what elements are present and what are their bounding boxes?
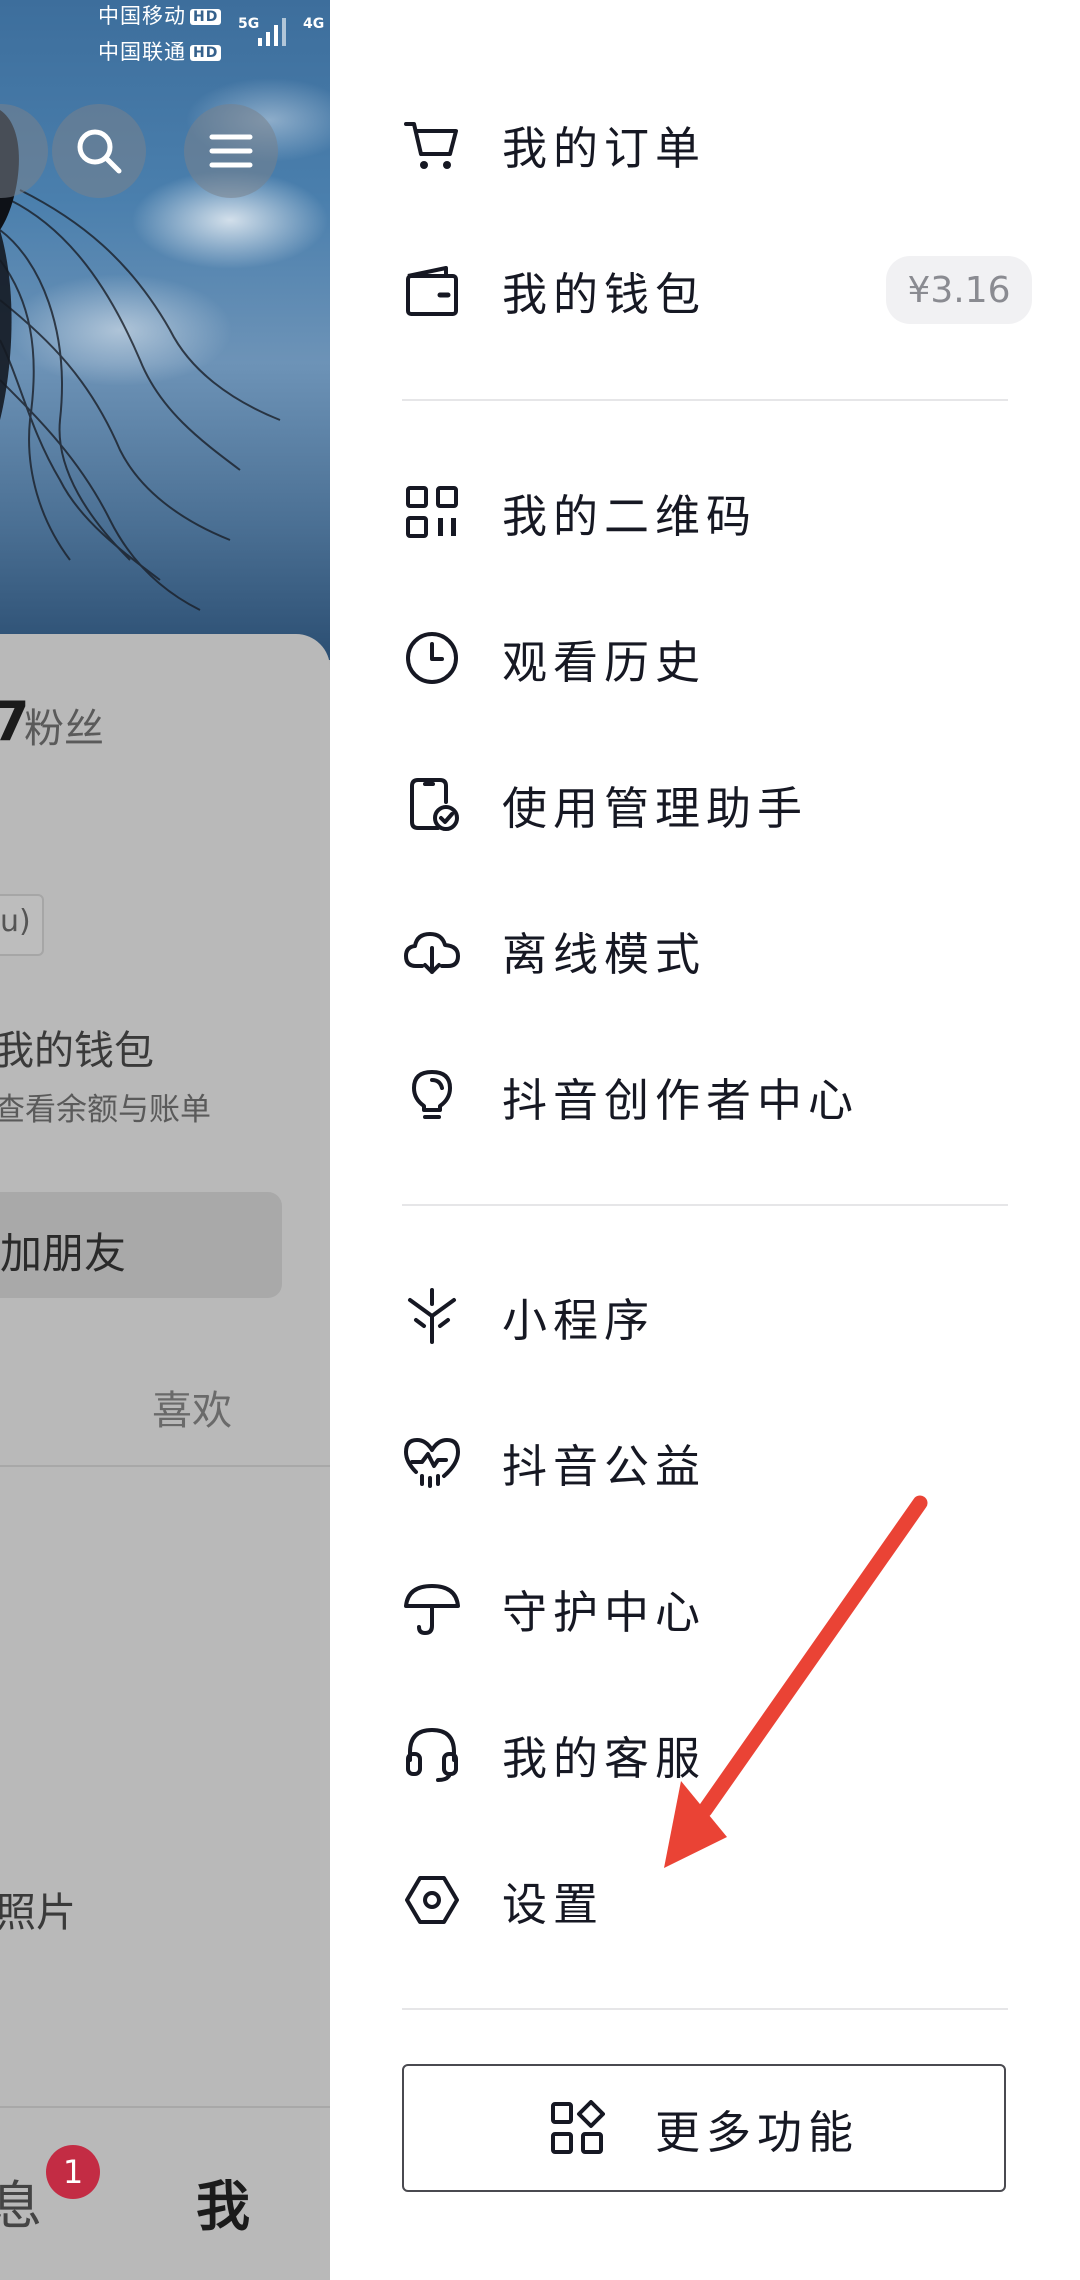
grid-apps-icon <box>550 2100 605 2154</box>
cart-icon <box>402 114 462 174</box>
menu-item-charity[interactable]: 抖音公益 <box>402 1412 1022 1512</box>
menu-item-offline-mode[interactable]: 离线模式 <box>402 900 1022 1000</box>
menu-label-wallet: 我的钱包 <box>502 267 707 321</box>
menu-label-offline-mode: 离线模式 <box>502 927 707 981</box>
heart-charity-icon <box>402 1432 462 1492</box>
umbrella-icon <box>402 1578 462 1638</box>
phone-check-icon <box>402 774 462 834</box>
qr-code-icon <box>402 482 462 542</box>
drawer-scrim[interactable] <box>0 0 330 2280</box>
menu-divider-3 <box>402 2008 1008 2010</box>
menu-item-orders[interactable]: 我的订单 <box>402 94 1022 194</box>
headset-icon <box>402 1724 462 1784</box>
cloud-download-icon <box>402 920 462 980</box>
menu-item-watch-history[interactable]: 观看历史 <box>402 608 1022 708</box>
menu-label-qr-code: 我的二维码 <box>502 489 758 543</box>
mini-program-icon <box>402 1286 462 1346</box>
menu-item-customer-service[interactable]: 我的客服 <box>402 1704 1022 1804</box>
menu-item-mini-programs[interactable]: 小程序 <box>402 1266 1022 1366</box>
settings-hexagon-icon <box>402 1870 462 1930</box>
wallet-balance-badge: ¥3.16 <box>886 256 1032 324</box>
menu-item-creator-center[interactable]: 抖音创作者中心 <box>402 1046 1022 1146</box>
menu-label-usage-assistant: 使用管理助手 <box>502 781 809 835</box>
menu-label-customer-service: 我的客服 <box>502 1731 707 1785</box>
menu-label-guardian-center: 守护中心 <box>502 1585 707 1639</box>
menu-label-creator-center: 抖音创作者中心 <box>502 1073 860 1127</box>
menu-label-mini-programs: 小程序 <box>502 1293 656 1347</box>
menu-label-orders: 我的订单 <box>502 121 707 175</box>
lightbulb-icon <box>402 1066 462 1126</box>
wallet-icon <box>402 260 462 320</box>
background-profile-page: 中国移动 HD 中国联通 HD 5G 4G 7 粉丝 u) 我的钱包 查看余额与… <box>0 0 330 2280</box>
menu-label-settings: 设置 <box>502 1877 605 1931</box>
menu-divider-1 <box>402 399 1008 401</box>
menu-label-watch-history: 观看历史 <box>502 635 707 689</box>
menu-label-charity: 抖音公益 <box>502 1439 707 1493</box>
menu-divider-2 <box>402 1204 1008 1206</box>
menu-item-guardian-center[interactable]: 守护中心 <box>402 1558 1022 1658</box>
clock-icon <box>402 628 462 688</box>
more-functions-button[interactable]: 更多功能 <box>402 2064 1006 2192</box>
menu-item-settings[interactable]: 设置 <box>402 1850 1022 1950</box>
more-functions-label: 更多功能 <box>654 2105 859 2159</box>
menu-item-qr-code[interactable]: 我的二维码 <box>402 462 1022 562</box>
menu-item-usage-assistant[interactable]: 使用管理助手 <box>402 754 1022 854</box>
